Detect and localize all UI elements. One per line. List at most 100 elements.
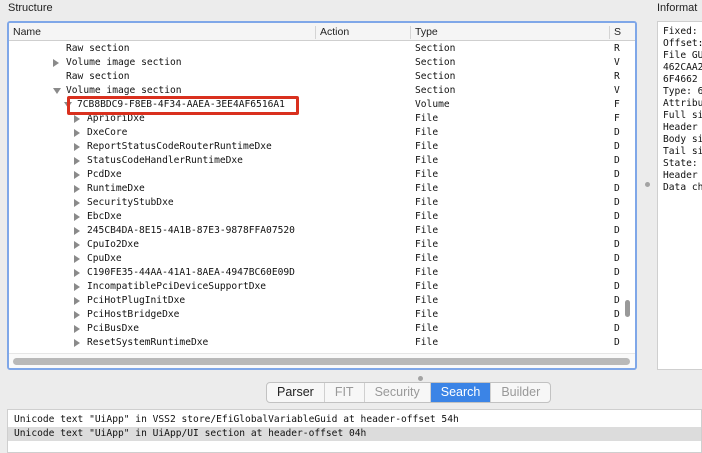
info-line: Offset: xyxy=(663,38,702,49)
tree-row[interactable]: Raw section Section R xyxy=(9,70,635,84)
tree-row-subtype: D xyxy=(614,239,620,250)
tree-row-name: StatusCodeHandlerRuntimeDxe xyxy=(87,155,243,166)
tree-row[interactable]: PciHotPlugInitDxe File D xyxy=(9,294,635,308)
tree-row-subtype: D xyxy=(614,323,620,334)
structure-tree[interactable]: Name Action Type S Raw section Section R Vo… xyxy=(7,21,637,370)
info-line: Body si xyxy=(663,134,702,145)
tree-row[interactable]: PcdDxe File D xyxy=(9,168,635,182)
tree-row-type: File xyxy=(415,197,439,208)
collapsed-triangle-icon[interactable] xyxy=(53,59,59,67)
info-line: Header xyxy=(663,122,698,133)
tree-row-name: Volume image section xyxy=(66,57,182,68)
tree-row[interactable]: PciHostBridgeDxe File D xyxy=(9,308,635,322)
info-panel: Fixed: Offset: File GU 462CAA2 6F4662 Type: 6… xyxy=(657,21,702,370)
tree-row-subtype: R xyxy=(614,71,620,82)
tree-row[interactable]: CpuIo2Dxe File D xyxy=(9,238,635,252)
tree-row-type: Section xyxy=(415,57,456,68)
collapsed-triangle-icon[interactable] xyxy=(74,311,80,319)
tab-builder[interactable]: Builder xyxy=(491,383,550,402)
tree-row-subtype: D xyxy=(614,337,620,348)
tree-row-subtype: D xyxy=(614,281,620,292)
tree-row-name: C190FE35-44AA-41A1-8AEA-4947BC60E09D xyxy=(87,267,295,278)
info-panel-title: Informat xyxy=(657,2,698,14)
collapsed-triangle-icon[interactable] xyxy=(74,157,80,165)
tree-row[interactable]: ResetSystemRuntimeDxe File D xyxy=(9,336,635,350)
column-header-name[interactable]: Name xyxy=(9,26,41,39)
tree-row-name: PciBusDxe xyxy=(87,323,139,334)
column-header-type[interactable]: Type xyxy=(410,26,438,39)
info-line: Data ch xyxy=(663,182,702,193)
collapsed-triangle-icon[interactable] xyxy=(74,227,80,235)
vertical-splitter-handle[interactable] xyxy=(645,182,650,187)
tree-row[interactable]: RuntimeDxe File D xyxy=(9,182,635,196)
tree-header: Name Action Type S xyxy=(9,23,635,41)
tab-fit[interactable]: FIT xyxy=(325,383,365,402)
tree-row-type: File xyxy=(415,127,439,138)
tree-row[interactable]: PciBusDxe File D xyxy=(9,322,635,336)
collapsed-triangle-icon[interactable] xyxy=(74,129,80,137)
horizontal-scrollbar-thumb[interactable] xyxy=(13,358,630,365)
info-line: 6F4662 xyxy=(663,74,698,85)
tree-row[interactable]: Raw section Section R xyxy=(9,42,635,56)
info-line: File GU xyxy=(663,50,702,61)
collapsed-triangle-icon[interactable] xyxy=(74,185,80,193)
tree-row-subtype: D xyxy=(614,197,620,208)
collapsed-triangle-icon[interactable] xyxy=(74,325,80,333)
column-header-action[interactable]: Action xyxy=(315,26,349,39)
tab-security[interactable]: Security xyxy=(365,383,431,402)
collapsed-triangle-icon[interactable] xyxy=(74,283,80,291)
collapsed-triangle-icon[interactable] xyxy=(74,171,80,179)
collapsed-triangle-icon[interactable] xyxy=(74,339,80,347)
expanded-triangle-icon[interactable] xyxy=(53,88,61,94)
horizontal-scrollbar[interactable] xyxy=(9,353,635,368)
tab-search[interactable]: Search xyxy=(430,383,492,402)
tree-row-subtype: D xyxy=(614,155,620,166)
tree-row-type: File xyxy=(415,281,439,292)
search-result-item[interactable]: Unicode text "UiApp" in VSS2 store/EfiGl… xyxy=(8,413,701,427)
tree-row[interactable]: EbcDxe File D xyxy=(9,210,635,224)
search-result-item[interactable]: Unicode text "UiApp" in UiApp/UI section… xyxy=(8,427,701,441)
collapsed-triangle-icon[interactable] xyxy=(74,255,80,263)
horizontal-splitter-handle[interactable] xyxy=(418,376,423,381)
column-header-subtype[interactable]: S xyxy=(609,26,621,39)
tree-row-name: 245CB4DA-8E15-4A1B-87E3-9878FFA07520 xyxy=(87,225,295,236)
tree-row-subtype: D xyxy=(614,267,620,278)
tree-row-type: Section xyxy=(415,71,456,82)
tree-row-type: File xyxy=(415,225,439,236)
tree-row-subtype: F xyxy=(614,99,620,110)
collapsed-triangle-icon[interactable] xyxy=(74,297,80,305)
search-results-list[interactable]: Unicode text "UiApp" in VSS2 store/EfiGl… xyxy=(7,409,702,453)
tree-row-subtype: D xyxy=(614,141,620,152)
tree-row[interactable]: StatusCodeHandlerRuntimeDxe File D xyxy=(9,154,635,168)
tree-row-name: ResetSystemRuntimeDxe xyxy=(87,337,209,348)
tree-row-type: File xyxy=(415,211,439,222)
tree-row[interactable]: C190FE35-44AA-41A1-8AEA-4947BC60E09D File… xyxy=(9,266,635,280)
tree-row-subtype: D xyxy=(614,183,620,194)
tree-row[interactable]: DxeCore File D xyxy=(9,126,635,140)
tree-row[interactable]: Volume image section Section V xyxy=(9,56,635,70)
collapsed-triangle-icon[interactable] xyxy=(74,143,80,151)
tree-row-type: Volume xyxy=(415,99,450,110)
info-line: Type: 6 xyxy=(663,86,702,97)
collapsed-triangle-icon[interactable] xyxy=(74,241,80,249)
tree-row-type: File xyxy=(415,183,439,194)
collapsed-triangle-icon[interactable] xyxy=(74,269,80,277)
tree-row-subtype: D xyxy=(614,169,620,180)
tree-row-subtype: D xyxy=(614,295,620,306)
tree-row-subtype: V xyxy=(614,57,620,68)
info-line: Full si xyxy=(663,110,702,121)
tree-row-name: SecurityStubDxe xyxy=(87,197,174,208)
collapsed-triangle-icon[interactable] xyxy=(74,213,80,221)
tree-row[interactable]: SecurityStubDxe File D xyxy=(9,196,635,210)
collapsed-triangle-icon[interactable] xyxy=(74,199,80,207)
vertical-scrollbar-thumb[interactable] xyxy=(625,300,630,317)
tree-row[interactable]: CpuDxe File D xyxy=(9,252,635,266)
tree-row[interactable]: 245CB4DA-8E15-4A1B-87E3-9878FFA07520 File… xyxy=(9,224,635,238)
tree-row-type: File xyxy=(415,253,439,264)
tree-row[interactable]: IncompatiblePciDeviceSupportDxe File D xyxy=(9,280,635,294)
tree-row[interactable]: ReportStatusCodeRouterRuntimeDxe File D xyxy=(9,140,635,154)
info-line: Attribu xyxy=(663,98,702,109)
collapsed-triangle-icon[interactable] xyxy=(74,115,80,123)
tab-parser[interactable]: Parser xyxy=(267,383,325,402)
tree-row-subtype: D xyxy=(614,127,620,138)
